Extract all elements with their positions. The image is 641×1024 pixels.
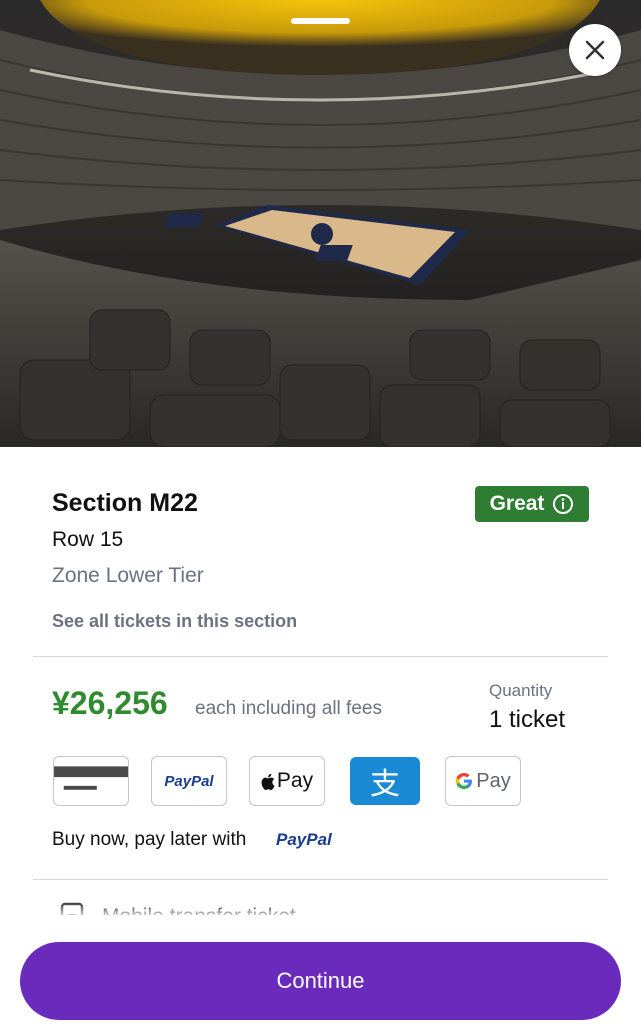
zone-label: Zone Lower Tier: [52, 564, 204, 587]
paypal-icon: PayPal: [151, 756, 227, 806]
close-icon: [585, 40, 605, 60]
alipay-glyph: 支: [370, 768, 400, 801]
quantity-label: Quantity: [489, 681, 553, 700]
drag-handle[interactable]: [291, 18, 350, 24]
apple-pay-icon: Pay: [249, 756, 325, 806]
pay-later-text: Buy now, pay later with: [52, 829, 247, 850]
section-title: Section M22: [52, 489, 198, 517]
bottom-action-bar: Continue: [0, 915, 641, 1024]
seat-view-image: [0, 0, 641, 447]
price-note: each including all fees: [195, 698, 382, 719]
close-button[interactable]: [569, 24, 621, 76]
continue-button[interactable]: Continue: [20, 942, 621, 1020]
paypal-text: PayPal: [164, 772, 214, 790]
price-amount: ¥26,256: [52, 685, 168, 721]
google-pay-text: Pay: [476, 769, 511, 792]
rating-label: Great: [489, 492, 545, 515]
arena-illustration: [0, 0, 641, 447]
see-all-tickets-link[interactable]: See all tickets in this section: [52, 611, 297, 632]
apple-logo-icon: [261, 773, 275, 790]
google-g-icon: [455, 773, 473, 789]
pay-later-paypal: PayPal: [276, 830, 332, 849]
info-icon: [553, 494, 574, 514]
google-pay-icon: Pay: [445, 756, 521, 806]
rating-badge[interactable]: Great: [475, 486, 589, 522]
quantity-value[interactable]: 1 ticket: [489, 706, 565, 734]
alipay-icon: 支: [350, 757, 420, 805]
apple-pay-text: Pay: [276, 769, 314, 792]
divider: [33, 879, 608, 880]
divider: [33, 656, 608, 657]
row-label: Row 15: [52, 528, 124, 551]
card-payment-icon: [53, 756, 129, 806]
